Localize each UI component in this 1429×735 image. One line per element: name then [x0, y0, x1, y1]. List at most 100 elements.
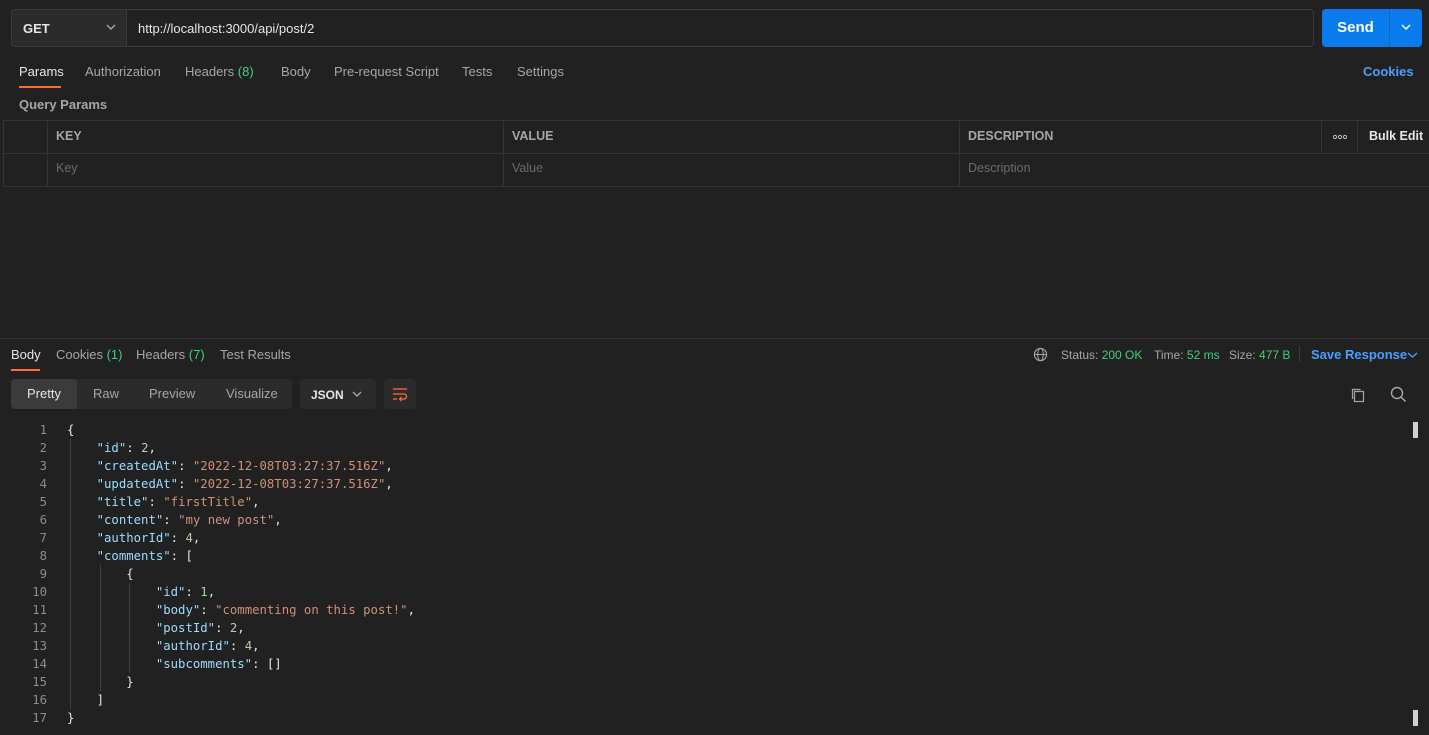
line-number: 1	[39, 423, 47, 437]
tab-body[interactable]: Body	[281, 64, 311, 79]
line-number: 6	[39, 513, 47, 527]
divider	[1299, 346, 1300, 362]
tab-label: Settings	[517, 64, 564, 79]
send-options-button[interactable]	[1390, 9, 1422, 47]
send-label: Send	[1337, 19, 1374, 36]
send-button[interactable]: Send	[1322, 9, 1422, 47]
line-number: 5	[39, 495, 47, 509]
format-label: JSON	[311, 388, 344, 402]
code-line: "comments": [	[96, 549, 193, 563]
chevron-down-icon[interactable]	[1407, 351, 1418, 359]
line-number: 12	[32, 621, 47, 635]
code-line: "postId": 2,	[155, 621, 245, 635]
tab-label: Body	[281, 64, 311, 79]
table-col-divider	[959, 120, 960, 187]
code-line: "content": "my new post",	[96, 513, 282, 527]
code-line: "id": 2,	[96, 441, 156, 455]
active-tab-indicator	[11, 369, 40, 371]
active-tab-indicator	[19, 86, 61, 88]
more-options-icon[interactable]	[1333, 134, 1347, 140]
indent-guide	[129, 583, 131, 673]
description-input[interactable]: Description	[968, 161, 1031, 175]
size-label: Size:	[1229, 348, 1256, 362]
column-header-key: KEY	[56, 129, 82, 143]
tab-label: Body	[11, 347, 41, 362]
tab-count: (7)	[188, 347, 205, 362]
indent-guide	[70, 439, 71, 709]
code-line: "authorId": 4,	[155, 639, 260, 653]
tab-label: Tests	[462, 64, 493, 79]
table-col-divider	[1321, 120, 1322, 153]
line-number: 16	[32, 693, 47, 707]
table-col-divider	[1357, 120, 1358, 153]
code-line: "body": "commenting on this post!",	[155, 603, 415, 617]
copy-icon[interactable]	[1350, 387, 1366, 404]
view-mode-preview[interactable]: Preview	[149, 386, 195, 401]
line-number: 14	[32, 657, 47, 671]
tab-label: Test Results	[220, 347, 291, 362]
wrap-lines-button[interactable]	[384, 379, 416, 409]
tab-count: (8)	[237, 64, 254, 79]
view-mode-visualize[interactable]: Visualize	[226, 386, 278, 401]
table-border-mid	[3, 153, 1429, 154]
code-line: }	[67, 711, 75, 725]
table-col-divider	[47, 120, 48, 187]
tab-label: Params	[19, 64, 64, 79]
value-input[interactable]: Value	[512, 161, 543, 175]
chevron-down-icon	[106, 24, 116, 30]
tab-headers[interactable]: Headers (8)	[185, 64, 254, 79]
search-icon[interactable]	[1390, 386, 1407, 403]
method-select[interactable]: GET	[11, 9, 126, 47]
code-line: "updatedAt": "2022-12-08T03:27:37.516Z",	[96, 477, 393, 491]
response-tab-headers[interactable]: Headers (7)	[136, 347, 205, 362]
size-indicator[interactable]: Size: 477 B	[1229, 348, 1290, 362]
tab-settings[interactable]: Settings	[517, 64, 564, 79]
url-text: http://localhost:3000/api/post/2	[138, 21, 315, 36]
line-number: 15	[32, 675, 47, 689]
indent-guide	[99, 565, 101, 691]
format-select[interactable]: JSON	[300, 379, 376, 409]
response-tab-body[interactable]: Body	[11, 347, 41, 362]
scrollbar-thumb-bottom[interactable]	[1413, 710, 1418, 726]
line-number: 7	[39, 531, 47, 545]
table-border-top	[3, 120, 1429, 121]
tab-label: Headers	[136, 347, 186, 362]
save-response-button[interactable]: Save Response	[1311, 347, 1407, 362]
line-number: 13	[32, 639, 47, 653]
line-number: 11	[32, 603, 47, 617]
column-header-description: DESCRIPTION	[968, 129, 1054, 143]
tab-authorization[interactable]: Authorization	[85, 64, 161, 79]
status-indicator[interactable]: Status: 200 OK	[1061, 348, 1142, 362]
tab-count: (1)	[106, 347, 123, 362]
tab-label: Cookies	[56, 347, 103, 362]
line-number: 2	[39, 441, 47, 455]
table-border-left	[3, 120, 4, 187]
line-number: 3	[39, 459, 47, 473]
response-tab-cookies[interactable]: Cookies (1)	[56, 347, 122, 362]
tab-pre-request-script[interactable]: Pre-request Script	[334, 64, 439, 79]
query-params-title: Query Params	[19, 97, 108, 112]
tab-tests[interactable]: Tests	[462, 64, 492, 79]
cookies-link[interactable]: Cookies	[1363, 64, 1414, 79]
tab-params[interactable]: Params	[19, 64, 64, 79]
globe-icon[interactable]	[1033, 347, 1048, 362]
scrollbar-thumb-top[interactable]	[1413, 422, 1418, 438]
view-mode-switcher: Pretty Raw Preview Visualize	[11, 379, 292, 409]
view-mode-raw[interactable]: Raw	[93, 386, 119, 401]
time-indicator[interactable]: Time: 52 ms	[1154, 348, 1220, 362]
line-number: 4	[39, 477, 47, 491]
time-value: 52 ms	[1186, 348, 1220, 362]
pane-divider[interactable]	[0, 338, 1429, 339]
view-mode-pretty[interactable]: Pretty	[27, 386, 61, 401]
bulk-edit-button[interactable]: Bulk Edit	[1369, 129, 1423, 143]
code-line: "authorId": 4,	[96, 531, 201, 545]
code-line: "title": "firstTitle",	[96, 495, 260, 509]
method-label: GET	[23, 21, 50, 36]
table-border-bottom	[3, 186, 1429, 187]
status-value: 200 OK	[1101, 348, 1143, 362]
url-input[interactable]: http://localhost:3000/api/post/2	[126, 9, 1314, 47]
wrap-lines-icon	[393, 388, 408, 402]
tab-label: Authorization	[85, 64, 161, 79]
key-input[interactable]: Key	[56, 161, 78, 175]
response-tab-test-results[interactable]: Test Results	[220, 347, 291, 362]
